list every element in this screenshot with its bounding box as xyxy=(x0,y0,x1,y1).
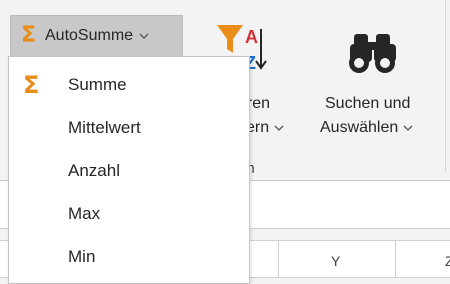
menu-item-label: Min xyxy=(68,247,96,266)
column-header-z[interactable]: Z xyxy=(445,253,450,269)
chevron-down-icon xyxy=(403,125,413,131)
menu-item-min[interactable]: Min xyxy=(9,237,249,277)
ribbon-divider xyxy=(445,0,446,172)
column-divider xyxy=(395,241,396,277)
menu-item-mittelwert[interactable]: Mittelwert xyxy=(9,108,249,148)
autosum-dropdown-menu: Σ Summe Mittelwert Anzahl Max Min xyxy=(8,56,250,284)
svg-text:A: A xyxy=(245,27,258,47)
menu-item-label: Max xyxy=(68,204,101,223)
sigma-icon: Σ xyxy=(23,71,40,99)
find-select-label-1[interactable]: Suchen und xyxy=(325,95,410,113)
sort-filter-label-2[interactable]: ern xyxy=(246,119,284,137)
column-divider xyxy=(278,241,279,277)
menu-item-max[interactable]: Max xyxy=(9,194,249,234)
menu-item-label: Mittelwert xyxy=(68,118,141,137)
binoculars-icon[interactable] xyxy=(346,32,406,80)
column-header-y[interactable]: Y xyxy=(331,253,340,269)
chevron-down-icon xyxy=(274,125,284,131)
menu-item-label: Summe xyxy=(68,75,127,94)
menu-item-label: Anzahl xyxy=(68,161,120,180)
chevron-down-icon[interactable] xyxy=(139,31,149,41)
menu-item-anzahl[interactable]: Anzahl xyxy=(9,151,249,191)
find-select-label-2-text: Auswählen xyxy=(320,119,399,136)
autosum-button[interactable]: Σ AutoSumme xyxy=(10,15,183,57)
menu-item-summe[interactable]: Σ Summe xyxy=(9,65,249,105)
autosum-label: AutoSumme xyxy=(45,27,134,44)
find-select-label-2[interactable]: Auswählen xyxy=(320,119,413,137)
sigma-icon: Σ xyxy=(21,23,37,48)
